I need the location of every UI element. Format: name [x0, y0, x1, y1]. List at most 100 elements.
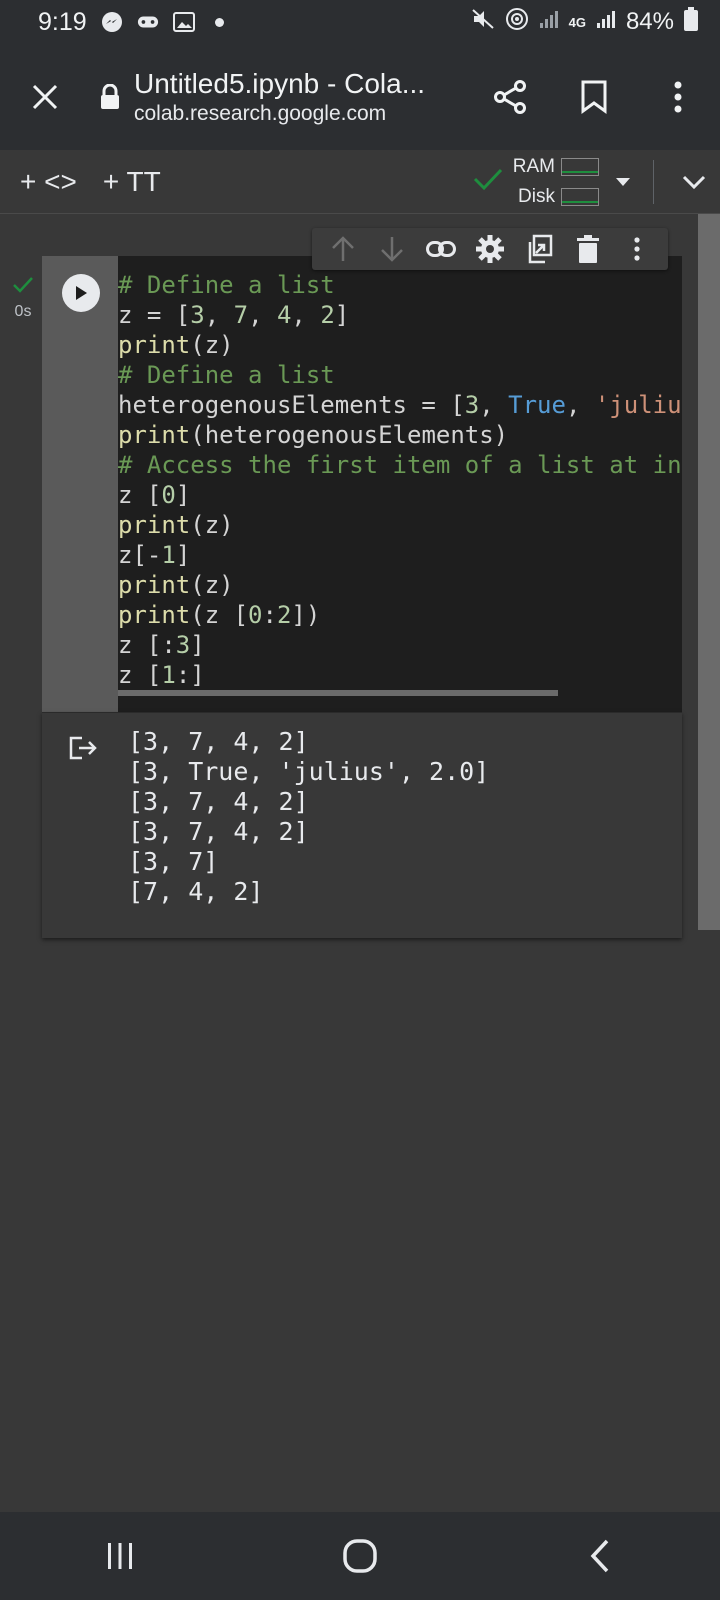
gallery-icon [172, 11, 195, 33]
code-token: :] [175, 661, 205, 689]
output-line: [7, 4, 2] [128, 877, 264, 906]
code-token: print [118, 601, 191, 629]
home-button[interactable] [315, 1521, 405, 1591]
chevron-down-icon [682, 175, 706, 189]
add-text-label: + TT [102, 165, 161, 197]
signal-icon-2 [596, 8, 616, 36]
toolbar-divider [653, 159, 654, 204]
code-token: (z) [190, 571, 234, 599]
code-token: print [118, 511, 191, 539]
disk-usage-bar [561, 187, 599, 206]
ram-label: RAM [512, 155, 555, 177]
hotspot-icon [505, 7, 529, 38]
code-line: z [1:] [118, 660, 682, 690]
code-token: print [118, 421, 191, 449]
code-line: z [:3] [118, 630, 682, 660]
code-token: (z [ [190, 601, 249, 629]
link-to-cell-button[interactable] [421, 229, 461, 269]
code-line: heterogenousElements = [3, True, 'julius… [118, 390, 682, 420]
battery-level: 84% [625, 8, 674, 35]
code-token: 3 [175, 631, 191, 659]
code-token: ] [175, 481, 191, 509]
output-text: [3, 7, 4, 2] [3, True, 'julius', 2.0] [3, … [128, 727, 489, 907]
arrow-up-icon [331, 236, 354, 261]
code-token: heterogenousElements = [ [118, 391, 465, 419]
code-token: # Access the first item of a list at ind… [118, 451, 682, 479]
close-tab-button[interactable] [0, 44, 90, 150]
code-horizontal-scrollbar[interactable] [118, 690, 558, 696]
more-vert-icon [674, 81, 682, 113]
cell-settings-button[interactable] [470, 229, 510, 269]
trash-icon [577, 235, 600, 263]
code-token: 'julius', 2.0] [594, 391, 682, 419]
run-cell-button[interactable] [62, 274, 100, 312]
code-line: z = [3, 7, 4, 2] [118, 300, 682, 330]
cell-exec-status: 0s [8, 276, 38, 321]
output-line: [3, 7, 4, 2] [128, 787, 309, 816]
bookmark-icon [581, 80, 607, 114]
link-icon [425, 241, 456, 257]
code-token: z[- [118, 541, 162, 569]
code-token: # Define a list [118, 361, 335, 389]
notification-dot-icon [209, 11, 231, 33]
caret-down-icon [616, 177, 630, 186]
status-bar: 9:19 4G 84% [0, 0, 720, 44]
mirror-cell-button[interactable] [519, 229, 559, 269]
battery-icon [684, 6, 698, 38]
page-title: Untitled5.ipynb - Cola... [134, 68, 426, 99]
exec-success-check-icon [13, 277, 33, 293]
code-line: print(z [0:2]) [118, 600, 682, 630]
code-cell[interactable]: # Define a list z = [3, 7, 4, 2] print(z) #… [42, 256, 682, 712]
page-scrollbar[interactable] [698, 214, 720, 930]
code-token: True [508, 391, 566, 419]
code-line: print(z) [118, 510, 682, 540]
output-line: [3, True, 'julius', 2.0] [128, 757, 490, 786]
share-icon [494, 80, 526, 114]
mute-icon [471, 8, 495, 37]
code-token: 1 [161, 661, 176, 689]
code-token: # Define a list [118, 271, 335, 299]
code-token: 3 [464, 391, 480, 419]
move-cell-down-button[interactable] [372, 229, 412, 269]
bookmark-button[interactable] [552, 44, 636, 150]
code-token: print [118, 331, 191, 359]
code-token: , [479, 391, 509, 419]
home-icon [343, 1539, 377, 1573]
back-button[interactable] [555, 1521, 645, 1591]
browser-menu-button[interactable] [636, 44, 720, 150]
colab-toolbar: + <> + TT RAM Disk [0, 150, 720, 214]
code-token: 7 [233, 301, 249, 329]
cell-toolbar [312, 228, 668, 270]
recent-apps-button[interactable] [75, 1521, 165, 1591]
share-button[interactable] [468, 44, 552, 150]
browser-bar: Untitled5.ipynb - Cola... colab.research… [0, 44, 720, 150]
code-line: print(z) [118, 570, 682, 600]
code-token: 0 [248, 601, 263, 629]
add-text-cell-button[interactable]: + TT [103, 166, 161, 198]
clear-output-button[interactable] [68, 735, 100, 766]
collapse-header-button[interactable] [668, 174, 720, 190]
resources-dropdown-button[interactable] [599, 177, 647, 187]
resources-indicator[interactable]: RAM Disk [473, 152, 599, 212]
code-editor[interactable]: # Define a list z = [3, 7, 4, 2] print(z) #… [118, 270, 682, 700]
code-token: , [565, 391, 595, 419]
code-line: # Access the first item of a list at ind… [118, 450, 682, 480]
code-token: : [262, 601, 277, 629]
connected-check-icon [473, 167, 503, 196]
output-line: [3, 7] [128, 847, 219, 876]
code-line: z[-1] [118, 540, 682, 570]
code-line: # Define a list [118, 270, 682, 300]
code-token: 0 [161, 481, 176, 509]
code-token: z [ [118, 661, 162, 689]
page-url: colab.research.google.com [134, 102, 387, 125]
add-code-cell-button[interactable]: + <> [20, 166, 77, 198]
output-exit-icon [69, 736, 97, 760]
output-line: [3, 7, 4, 2] [128, 817, 309, 846]
move-cell-up-button[interactable] [323, 229, 363, 269]
lock-icon[interactable] [90, 84, 130, 110]
address-area[interactable]: Untitled5.ipynb - Cola... colab.research… [134, 68, 468, 126]
cell-more-button[interactable] [617, 229, 657, 269]
delete-cell-button[interactable] [568, 229, 608, 269]
code-token: print [118, 571, 191, 599]
network-type-label: 4G [568, 14, 586, 30]
